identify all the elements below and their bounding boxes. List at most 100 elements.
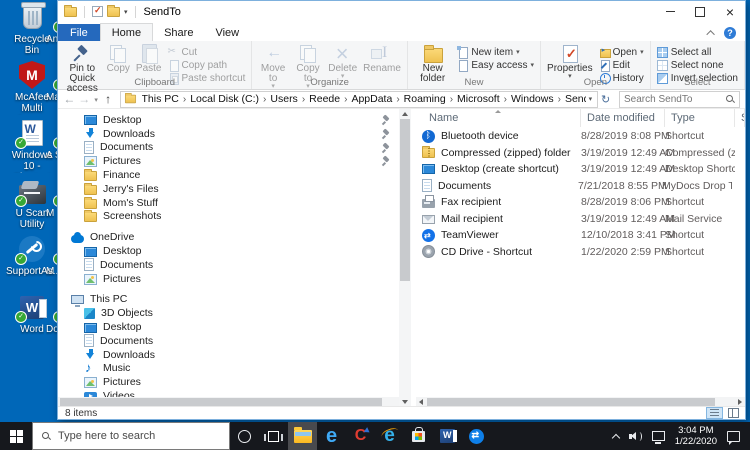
desktop-icon-mcafee[interactable]: McAfee Multi Acce... xyxy=(6,60,58,118)
desktop-icon-support[interactable]: SupportAs... xyxy=(6,234,58,292)
taskbar-icon-ccleaner[interactable] xyxy=(346,422,375,450)
scrollbar-thumb[interactable] xyxy=(400,119,410,281)
column-header-date-modified[interactable]: Date modified xyxy=(581,109,665,127)
nav-item-download[interactable]: Downloads xyxy=(58,127,399,141)
select-none-button[interactable]: Select none xyxy=(654,59,741,71)
title-bar[interactable]: ▾ SendTo xyxy=(58,1,745,22)
details-view-button[interactable] xyxy=(706,407,723,419)
nav-item-folder[interactable]: Finance xyxy=(58,168,399,182)
nav-item-document[interactable]: Documents xyxy=(58,258,399,272)
nav-item-monitor[interactable]: Desktop xyxy=(58,113,399,127)
desktop-icon-scanner[interactable]: U Scan Utility xyxy=(6,176,58,234)
breadcrumb-item[interactable]: Users xyxy=(270,93,309,105)
breadcrumb-item[interactable]: AppData xyxy=(351,93,403,105)
search-box[interactable] xyxy=(619,91,740,108)
taskbar-search-input[interactable] xyxy=(58,430,221,442)
action-center-icon[interactable] xyxy=(727,431,740,442)
copy-button[interactable]: Copy xyxy=(104,44,133,74)
scrollbar-thumb[interactable] xyxy=(60,398,382,406)
breadcrumb-item[interactable]: Reede xyxy=(309,93,351,105)
tab-view[interactable]: View xyxy=(204,24,250,41)
network-icon[interactable] xyxy=(652,431,665,441)
file-row-teamviewer[interactable]: TeamViewer 12/10/2018 3:41 PM Shortcut xyxy=(416,227,745,244)
nav-vertical-scrollbar[interactable] xyxy=(399,109,411,407)
open-button[interactable]: Open xyxy=(596,46,647,58)
select-all-button[interactable]: Select all xyxy=(654,46,741,58)
breadcrumb-item[interactable]: Roaming xyxy=(404,93,457,105)
column-header-size[interactable]: Size xyxy=(735,109,745,127)
nav-item-picture[interactable]: Pictures xyxy=(58,154,399,168)
breadcrumb-item[interactable]: Windows xyxy=(511,93,565,105)
nav-item-monitor[interactable]: Desktop xyxy=(58,244,399,258)
nav-item-video[interactable]: Videos xyxy=(58,389,399,397)
tab-share[interactable]: Share xyxy=(153,24,204,41)
column-header-type[interactable]: Type xyxy=(665,109,735,127)
nav-item-picture[interactable]: Pictures xyxy=(58,272,399,286)
delete-button[interactable]: Delete xyxy=(325,44,360,80)
nav-item-folder[interactable]: Mom's Stuff xyxy=(58,196,399,210)
nav-item-pc[interactable]: This PC xyxy=(58,293,399,307)
maximize-button[interactable] xyxy=(685,1,715,22)
nav-item-folder[interactable]: Jerry's Files xyxy=(58,182,399,196)
file-row-mail-recipient[interactable]: Mail recipient 3/19/2019 12:49 AM Mail S… xyxy=(416,211,745,228)
help-icon[interactable] xyxy=(724,27,736,39)
taskbar-icon-internet-explorer[interactable] xyxy=(375,422,404,450)
nav-item-picture[interactable]: Pictures xyxy=(58,375,399,389)
edit-button[interactable]: Edit xyxy=(596,59,647,71)
nav-item-folder[interactable]: Screenshots xyxy=(58,210,399,224)
address-bar[interactable]: This PCLocal Disk (C:)UsersReedeAppDataR… xyxy=(120,91,599,108)
close-button[interactable] xyxy=(715,1,745,22)
taskbar-icon-store[interactable] xyxy=(404,422,433,450)
breadcrumb-item[interactable]: This PC xyxy=(142,93,191,105)
taskbar-icon-cortana[interactable] xyxy=(230,422,259,450)
nav-item-download[interactable]: Downloads xyxy=(58,348,399,362)
breadcrumb-item[interactable]: Microsoft xyxy=(457,93,511,105)
file-row-bluetooth-device[interactable]: Bluetooth device 8/28/2019 8:08 PM Short… xyxy=(416,128,745,145)
taskbar-icon-teamviewer[interactable] xyxy=(462,422,491,450)
taskbar-icon-word[interactable] xyxy=(433,422,462,450)
properties-quick-icon[interactable] xyxy=(92,6,103,17)
minimize-ribbon-icon[interactable] xyxy=(706,30,714,38)
search-input[interactable] xyxy=(624,94,725,105)
easy-access-button[interactable]: Easy access xyxy=(454,59,537,71)
scrollbar-thumb[interactable] xyxy=(427,398,715,406)
volume-icon[interactable] xyxy=(629,431,642,442)
pin-icon[interactable] xyxy=(382,157,391,166)
nav-item-music[interactable]: Music xyxy=(58,362,399,376)
properties-button[interactable]: Properties xyxy=(544,44,596,80)
file-row-desktop-create-shortcut-[interactable]: Desktop (create shortcut) 3/19/2019 12:4… xyxy=(416,161,745,178)
taskbar-icon-file-explorer[interactable] xyxy=(288,422,317,450)
rename-button[interactable]: Rename xyxy=(360,44,404,74)
nav-item-monitor[interactable]: Desktop xyxy=(58,320,399,334)
tab-file[interactable]: File xyxy=(58,24,100,41)
scroll-up-arrow-icon[interactable] xyxy=(399,109,411,119)
breadcrumb-item[interactable]: SendTo xyxy=(565,93,586,105)
desktop-icon-worddoc[interactable]: Windows 10 - Shortcut xyxy=(6,118,58,176)
file-row-cd-drive-shortcut[interactable]: CD Drive - Shortcut 1/22/2020 2:59 PM Sh… xyxy=(416,244,745,261)
desktop-icon-word[interactable]: Word xyxy=(6,292,58,350)
paste-button[interactable]: Paste xyxy=(133,44,165,74)
minimize-button[interactable] xyxy=(655,1,685,22)
file-row-fax-recipient[interactable]: Fax recipient 8/28/2019 8:06 PM Shortcut xyxy=(416,194,745,211)
nav-item-cube[interactable]: 3D Objects xyxy=(58,306,399,320)
nav-item-document[interactable]: Documents xyxy=(58,334,399,348)
new-folder-quick-icon[interactable] xyxy=(107,7,120,17)
nav-item-document[interactable]: Documents xyxy=(58,141,399,155)
show-hidden-icons-chevron-icon[interactable] xyxy=(612,433,619,440)
customize-toolbar-chevron-icon[interactable]: ▾ xyxy=(124,8,128,16)
taskbar-search-box[interactable] xyxy=(32,422,230,450)
file-row-documents[interactable]: Documents 7/21/2018 8:55 PM MyDocs Drop … xyxy=(416,178,745,195)
desktop-icon-recycle[interactable]: Recycle Bin xyxy=(6,2,58,60)
start-button[interactable] xyxy=(0,422,32,450)
large-icons-view-button[interactable] xyxy=(725,407,742,419)
address-dropdown-chevron-icon[interactable] xyxy=(586,95,596,103)
taskbar-icon-task-view[interactable] xyxy=(259,422,288,450)
new-item-button[interactable]: New item xyxy=(454,46,537,58)
tab-home[interactable]: Home xyxy=(100,23,153,41)
pin-icon[interactable] xyxy=(382,116,391,125)
copy-path-button[interactable]: Copy path xyxy=(165,59,249,71)
clock[interactable]: 3:04 PM 1/22/2020 xyxy=(675,425,717,447)
nav-item-cloud[interactable]: OneDrive xyxy=(58,230,399,244)
cut-button[interactable]: Cut xyxy=(165,46,249,58)
pin-icon[interactable] xyxy=(382,130,391,139)
